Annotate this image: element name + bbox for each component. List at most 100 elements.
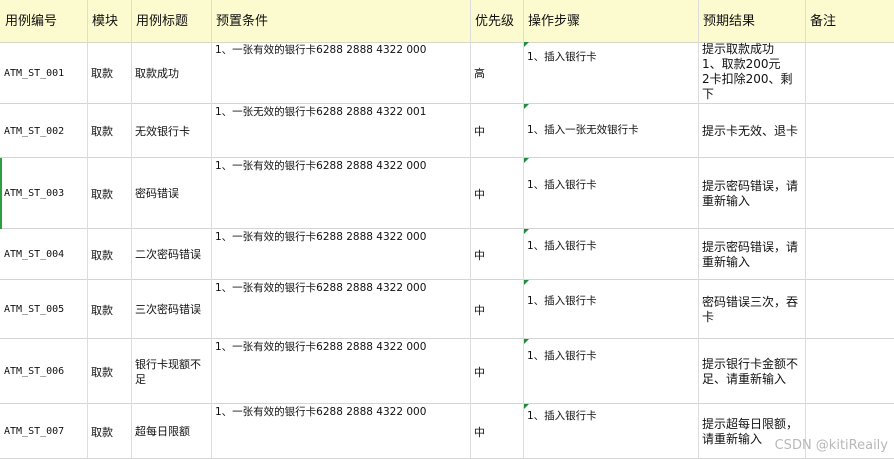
header-row: 用例编号 模块 用例标题 预置条件 优先级 操作步骤 预期结果 备注 — [0, 0, 894, 43]
header-expected[interactable]: 预期结果 — [698, 0, 805, 42]
cell-line: 提示密码错误，请 — [702, 239, 799, 254]
cell-notes[interactable] — [805, 104, 894, 158]
cell-module[interactable]: 取款 — [87, 229, 131, 280]
cell-line: 1、一张有效的银行卡6288 2888 4322 000 — [215, 341, 427, 353]
cell-notes[interactable] — [805, 158, 894, 229]
cell-priority[interactable]: 中 — [470, 404, 523, 459]
cell-priority[interactable]: 中 — [470, 158, 523, 229]
cell-case-title[interactable]: 取款成功 — [131, 42, 211, 104]
column-divider — [211, 0, 212, 459]
cell-steps[interactable]: 1、插入银行卡2、输入密码1234563、取款3000 — [523, 339, 698, 404]
cell-case-title[interactable]: 三次密码错误 — [131, 280, 211, 339]
cell-priority-text: 中 — [474, 303, 485, 317]
cell-expected[interactable]: 提示密码错误，请 重新输入 — [698, 158, 805, 229]
cell-case-id[interactable]: ATM_ST_007 — [0, 404, 87, 459]
cell-steps[interactable]: 1、插入银行卡2、输入密码123454 — [523, 280, 698, 339]
cell-line: 1、一张有效的银行卡6288 2888 4322 000 — [215, 406, 427, 418]
cell-priority-text: 高 — [474, 67, 485, 80]
cell-preconditions[interactable]: 1、一张有效的银行卡6288 2888 4322 000密码：123456余额：… — [211, 339, 470, 404]
comment-indicator-icon[interactable] — [524, 42, 529, 47]
cell-priority[interactable]: 中 — [470, 280, 523, 339]
cell-case-id[interactable]: ATM_ST_004 — [0, 229, 87, 280]
cell-module-text: 取款 — [91, 365, 113, 379]
table-row: ATM_ST_002 取款 无效银行卡 1、一张无效的银行卡6288 2888 432… — [0, 104, 894, 158]
cell-notes[interactable] — [805, 339, 894, 404]
cell-module[interactable]: 取款 — [87, 404, 131, 459]
cell-case-id[interactable]: ATM_ST_003 — [0, 158, 87, 229]
cell-module-text: 取款 — [91, 248, 113, 262]
comment-indicator-icon[interactable] — [524, 104, 529, 109]
cell-case-id-text: ATM_ST_007 — [4, 426, 65, 437]
cell-expected[interactable]: 提示银行卡金额不 足、请重新输入 — [698, 339, 805, 404]
cell-priority[interactable]: 中 — [470, 229, 523, 280]
cell-preconditions[interactable]: 1、一张有效的银行卡6288 2888 4322 000密码：123456 金额… — [211, 158, 470, 229]
cell-priority[interactable]: 中 — [470, 104, 523, 158]
header-priority[interactable]: 优先级 — [470, 0, 523, 42]
cell-preconditions[interactable]: 1、一张有效的银行卡6288 2888 4322 000密码：123456余额：… — [211, 229, 470, 280]
cell-expected[interactable]: 密码错误三次，吞卡 — [698, 280, 805, 339]
cell-notes[interactable] — [805, 42, 894, 104]
cell-case-title[interactable]: 无效银行卡 — [131, 104, 211, 158]
comment-indicator-icon[interactable] — [524, 229, 529, 234]
cell-line: 1、一张有效的银行卡6288 2888 4322 000 — [215, 160, 427, 172]
cell-notes[interactable] — [805, 280, 894, 339]
cell-line: 1、插入银行卡 — [527, 295, 597, 307]
cell-case-title[interactable]: 超每日限额 — [131, 404, 211, 459]
cell-notes[interactable] — [805, 229, 894, 280]
cell-case-id[interactable]: ATM_ST_002 — [0, 104, 87, 158]
cell-module-text: 取款 — [91, 67, 113, 80]
header-notes[interactable]: 备注 — [805, 0, 894, 42]
cell-line: 1、插入银行卡 — [527, 240, 597, 252]
cell-case-title[interactable]: 银行卡现额不足 — [131, 339, 211, 404]
column-divider — [87, 0, 88, 459]
cell-case-title[interactable]: 密码错误 — [131, 158, 211, 229]
cell-line: 1、一张有效的银行卡6288 2888 4322 000 — [215, 44, 427, 56]
cell-expected[interactable]: 提示取款成功1、取款200元2卡扣除200、剩下1800 — [698, 42, 805, 104]
cell-steps[interactable]: 1、插入银行卡2、输入密码1234563、取款200 — [523, 42, 698, 104]
cell-priority[interactable]: 中 — [470, 339, 523, 404]
header-case-id[interactable]: 用例编号 — [0, 0, 87, 42]
cell-preconditions[interactable]: 1、一张无效的银行卡6288 2888 4322 001ATM余额：21000 — [211, 104, 470, 158]
cell-priority[interactable]: 高 — [470, 42, 523, 104]
cell-steps[interactable]: 1、插入银行卡2、输入密码123454 — [523, 229, 698, 280]
cell-expected[interactable]: 提示卡无效、退卡 — [698, 104, 805, 158]
comment-indicator-icon[interactable] — [524, 404, 529, 409]
cell-line: 提示银行卡金额不 — [702, 356, 799, 371]
comment-indicator-icon[interactable] — [524, 280, 529, 285]
comment-indicator-icon[interactable] — [524, 339, 529, 344]
comment-indicator-icon[interactable] — [524, 158, 529, 163]
cell-case-id-text: ATM_ST_005 — [4, 304, 65, 315]
cell-line: 2卡扣除200、剩下 — [702, 72, 793, 101]
cell-line: 提示超每日限额， — [702, 416, 799, 431]
cell-module[interactable]: 取款 — [87, 158, 131, 229]
cell-module[interactable]: 取款 — [87, 104, 131, 158]
table-row: ATM_ST_001 取款 取款成功 1、一张有效的银行卡6288 2888 4322… — [0, 42, 894, 104]
cell-preconditions[interactable]: 1、一张有效的银行卡6288 2888 4322 000密码：123456余额：… — [211, 404, 470, 459]
cell-case-id[interactable]: ATM_ST_005 — [0, 280, 87, 339]
cell-case-id-text: ATM_ST_001 — [4, 67, 65, 79]
header-steps[interactable]: 操作步骤 — [523, 0, 698, 42]
cell-steps[interactable]: 1、插入银行卡2、输入密码1234563、取款5000 — [523, 404, 698, 459]
header-case-title[interactable]: 用例标题 — [131, 0, 211, 42]
cell-case-id[interactable]: ATM_ST_001 — [0, 42, 87, 104]
cell-case-title-text: 取款成功 — [135, 66, 179, 80]
cell-priority-text: 中 — [474, 425, 485, 439]
cell-line: 1、插入银行卡 — [527, 51, 597, 63]
cell-case-id[interactable]: ATM_ST_006 — [0, 339, 87, 404]
cell-preconditions[interactable]: 1、一张有效的银行卡6288 2888 4322 000密码：123456余额：… — [211, 280, 470, 339]
cell-case-title[interactable]: 二次密码错误 — [131, 229, 211, 280]
header-module[interactable]: 模块 — [87, 0, 131, 42]
header-preconditions[interactable]: 预置条件 — [211, 0, 470, 42]
column-divider — [805, 0, 806, 459]
cell-steps[interactable]: 1、插入一张无效银行卡 — [523, 104, 698, 158]
cell-line: 1、取款200元 — [702, 57, 781, 71]
cell-line: 提示密码错误，请 — [702, 178, 799, 193]
cell-expected[interactable]: 提示密码错误，请 重新输入 — [698, 229, 805, 280]
cell-module[interactable]: 取款 — [87, 339, 131, 404]
cell-steps[interactable]: 1、插入银行卡2、输入密码123458 — [523, 158, 698, 229]
cell-preconditions[interactable]: 1、一张有效的银行卡6288 2888 4322 000密码：123456 金额… — [211, 42, 470, 104]
cell-module[interactable]: 取款 — [87, 280, 131, 339]
cell-case-id-text: ATM_ST_006 — [4, 366, 65, 377]
cell-case-title-text: 二次密码错误 — [135, 248, 201, 261]
cell-module[interactable]: 取款 — [87, 42, 131, 104]
